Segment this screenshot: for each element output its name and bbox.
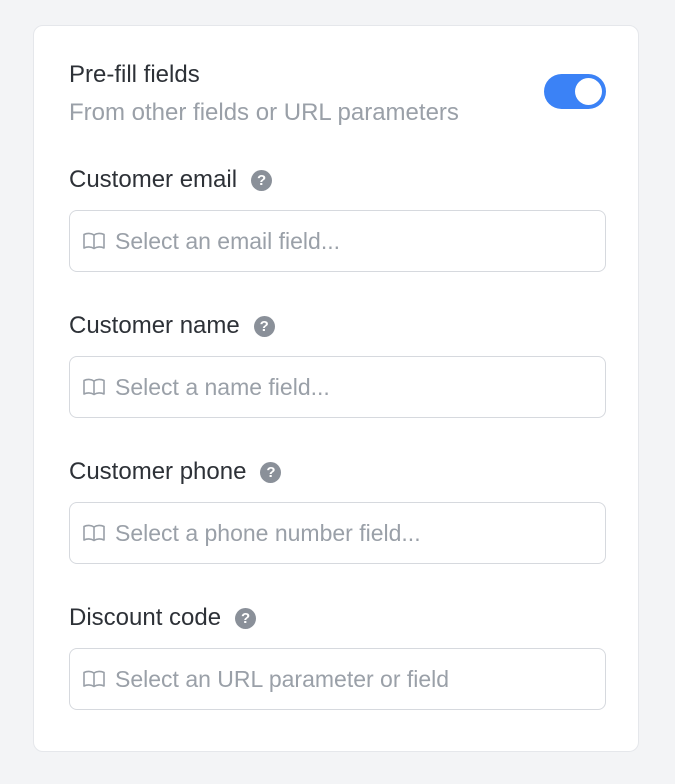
customer-email-placeholder: Select an email field... bbox=[115, 227, 341, 254]
customer-name-select[interactable]: Select a name field... bbox=[69, 356, 606, 418]
help-icon[interactable]: ? bbox=[235, 607, 257, 629]
prefill-header: Pre-fill fields From other fields or URL… bbox=[69, 61, 606, 127]
customer-email-label-row: Customer email ? bbox=[69, 165, 606, 195]
customer-phone-select[interactable]: Select a phone number field... bbox=[69, 502, 606, 564]
book-open-icon bbox=[83, 669, 105, 689]
customer-phone-placeholder: Select a phone number field... bbox=[115, 519, 421, 546]
customer-name-placeholder: Select a name field... bbox=[115, 373, 330, 400]
prefill-toggle[interactable] bbox=[544, 74, 606, 109]
customer-phone-label: Customer phone bbox=[69, 458, 247, 485]
discount-code-select[interactable]: Select an URL parameter or field bbox=[69, 648, 606, 710]
prefill-title: Pre-fill fields bbox=[69, 61, 200, 88]
discount-code-label-row: Discount code ? bbox=[69, 603, 606, 633]
customer-email-label: Customer email bbox=[69, 166, 238, 193]
customer-name-label-row: Customer name ? bbox=[69, 311, 606, 341]
help-icon[interactable]: ? bbox=[260, 461, 282, 483]
customer-phone-label-row: Customer phone ? bbox=[69, 457, 606, 487]
discount-code-field: Discount code ? Select an URL parameter … bbox=[69, 603, 606, 710]
book-open-icon bbox=[83, 523, 105, 543]
discount-code-placeholder: Select an URL parameter or field bbox=[115, 665, 450, 692]
discount-code-label: Discount code bbox=[69, 604, 222, 631]
help-icon[interactable]: ? bbox=[251, 169, 273, 191]
prefill-card: Pre-fill fields From other fields or URL… bbox=[33, 25, 639, 752]
customer-name-field: Customer name ? Select a name field... bbox=[69, 311, 606, 418]
help-icon[interactable]: ? bbox=[253, 315, 275, 337]
customer-phone-field: Customer phone ? Select a phone number f… bbox=[69, 457, 606, 564]
customer-email-field: Customer email ? Select an email field..… bbox=[69, 165, 606, 272]
toggle-knob bbox=[575, 78, 602, 105]
book-open-icon bbox=[83, 231, 105, 251]
customer-email-select[interactable]: Select an email field... bbox=[69, 210, 606, 272]
book-open-icon bbox=[83, 377, 105, 397]
prefill-subtitle: From other fields or URL parameters bbox=[69, 99, 459, 126]
customer-name-label: Customer name bbox=[69, 312, 240, 339]
